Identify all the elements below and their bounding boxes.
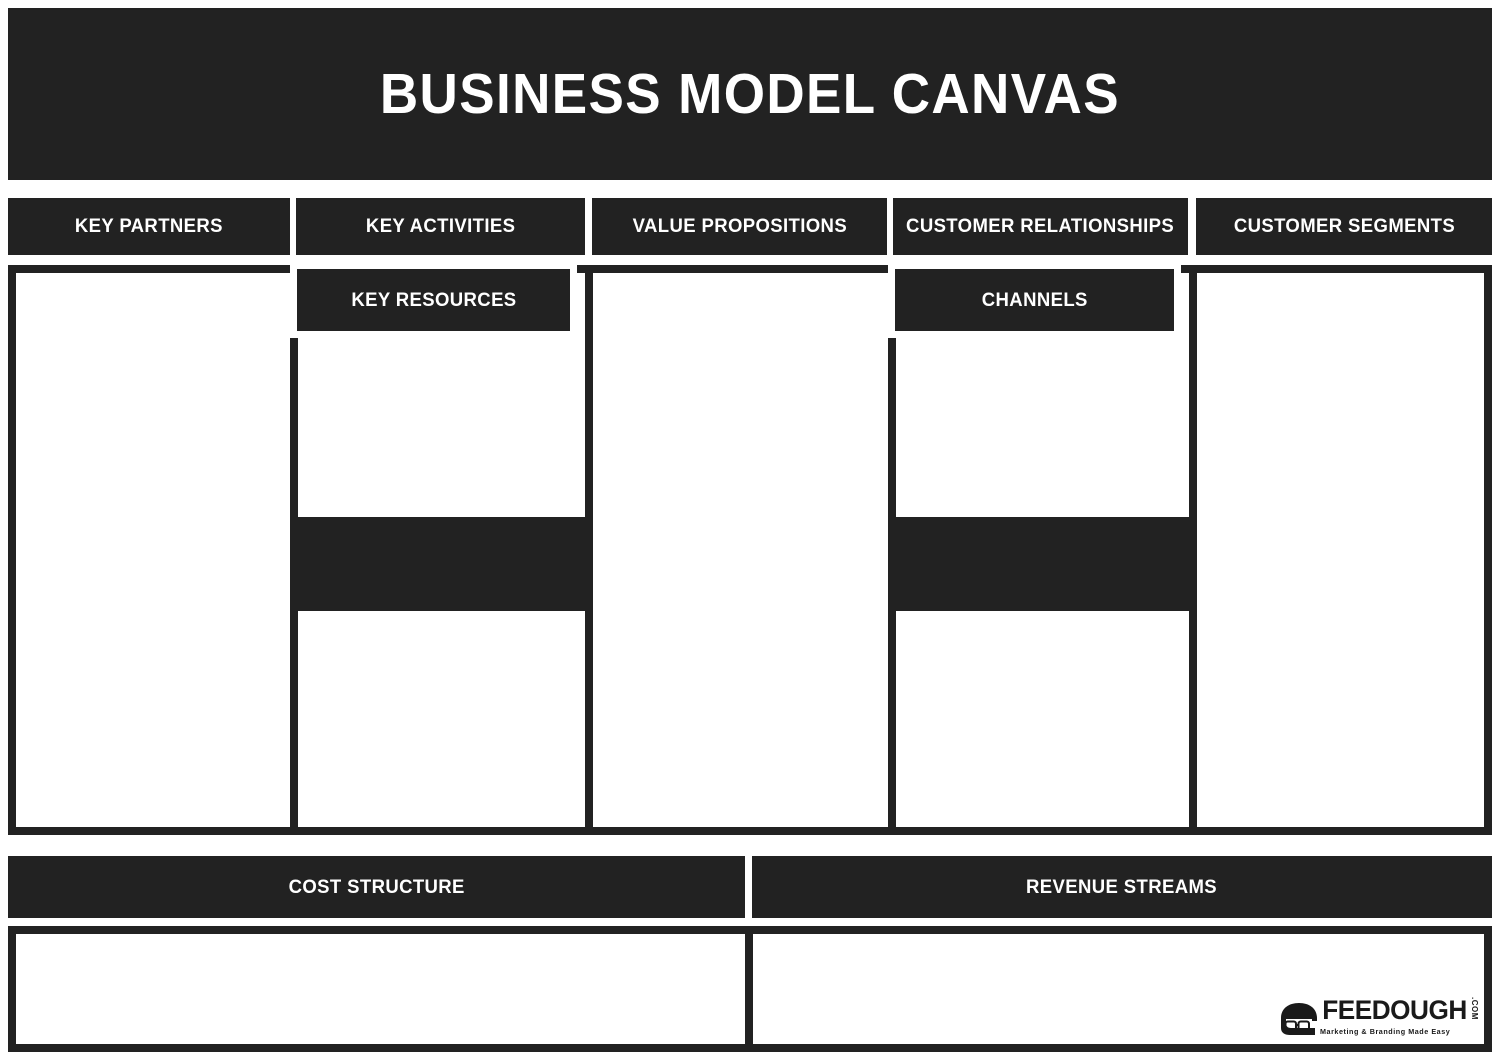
subsection-header-label: KEY RESOURCES (350, 288, 517, 311)
subsection-header-channels: CHANNELS (888, 262, 1181, 338)
column-header-key-partners: KEY PARTNERS (8, 198, 290, 255)
section-header-label: REVENUE STREAMS (1026, 875, 1218, 898)
cell-value-propositions[interactable] (593, 273, 888, 827)
feedough-name: FEEDOUGH (1322, 995, 1467, 1025)
column-header-key-activities: KEY ACTIVITIES (296, 198, 585, 255)
column-header-label: KEY ACTIVITIES (365, 215, 516, 237)
feedough-wordmark: FEEDOUGH .COM Marketing & Branding Made … (1319, 995, 1479, 1037)
subsection-header-bar: KEY RESOURCES (297, 269, 570, 331)
subsection-header-bar: CHANNELS (895, 269, 1174, 331)
feedough-name-row: FEEDOUGH .COM (1320, 995, 1479, 1025)
section-header-cost-structure: COST STRUCTURE (8, 856, 745, 918)
canvas-title-banner: BUSINESS MODEL CANVAS (8, 8, 1492, 180)
cell-customer-segments[interactable] (1197, 273, 1484, 827)
cell-channels[interactable] (896, 611, 1189, 827)
column-header-value-propositions: VALUE PROPOSITIONS (592, 198, 887, 255)
column-header-label: KEY PARTNERS (75, 215, 223, 237)
feedough-face-icon (1279, 1002, 1319, 1036)
column-header-customer-segments: CUSTOMER SEGMENTS (1196, 198, 1492, 255)
column-header-label: CUSTOMER RELATIONSHIPS (906, 215, 1175, 237)
feedough-tld: .COM (1470, 997, 1479, 1020)
cell-key-resources[interactable] (298, 611, 585, 827)
cell-cost-structure[interactable] (16, 934, 745, 1044)
cell-key-partners[interactable] (16, 273, 290, 827)
section-header-label: COST STRUCTURE (288, 875, 465, 898)
canvas-body-grid (8, 265, 1492, 835)
section-header-revenue-streams: REVENUE STREAMS (752, 856, 1492, 918)
subsection-header-label: CHANNELS (981, 288, 1088, 311)
feedough-logo: FEEDOUGH .COM Marketing & Branding Made … (1279, 990, 1479, 1037)
subsection-header-key-resources: KEY RESOURCES (290, 262, 577, 338)
canvas-bottom-grid: FEEDOUGH .COM Marketing & Branding Made … (8, 926, 1492, 1052)
column-header-label: VALUE PROPOSITIONS (632, 215, 847, 237)
column-header-customer-relationships: CUSTOMER RELATIONSHIPS (893, 198, 1188, 255)
column-header-label: CUSTOMER SEGMENTS (1233, 215, 1455, 237)
page-title: BUSINESS MODEL CANVAS (379, 62, 1121, 126)
feedough-tagline: Marketing & Branding Made Easy (1319, 1027, 1451, 1036)
business-model-canvas: BUSINESS MODEL CANVAS KEY PARTNERS KEY A… (0, 0, 1500, 1060)
